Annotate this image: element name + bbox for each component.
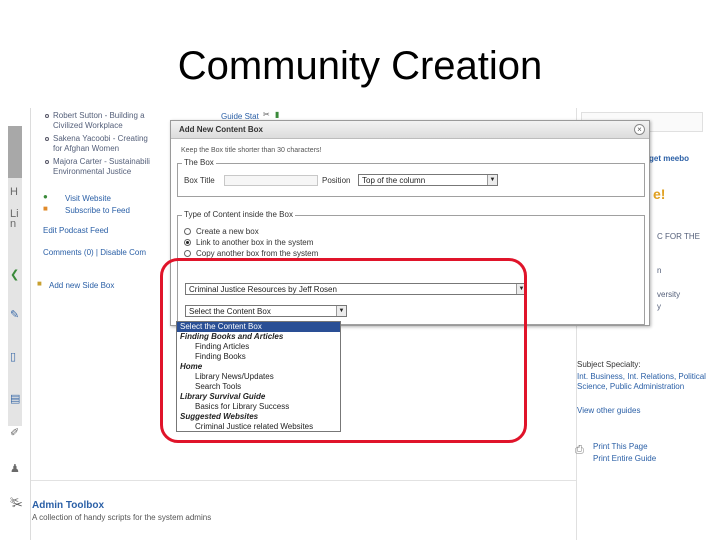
radio-create-new[interactable] bbox=[184, 228, 191, 235]
bullet-icon bbox=[45, 137, 49, 141]
smiley-icon: e! bbox=[653, 186, 666, 202]
close-icon[interactable]: × bbox=[634, 124, 645, 135]
position-label: Position bbox=[322, 176, 351, 185]
view-other-guides-link[interactable]: View other guides bbox=[577, 406, 640, 415]
right-text-1: C FOR THE bbox=[657, 232, 700, 241]
talk-link-1-cont[interactable]: Civilized Workplace bbox=[53, 121, 123, 130]
subject-line-1[interactable]: Int. Business, Int. Relations, Political bbox=[577, 372, 706, 381]
type-legend: Type of Content inside the Box bbox=[182, 210, 295, 219]
talk-link-2-cont[interactable]: for Afghan Women bbox=[53, 144, 119, 153]
left-letter-1: H bbox=[10, 186, 18, 198]
leaf-icon[interactable]: ❮ bbox=[10, 268, 19, 281]
radio-copy-box[interactable] bbox=[184, 250, 191, 257]
edit-podcast-feed-link[interactable]: Edit Podcast Feed bbox=[43, 226, 108, 235]
visit-website-link[interactable]: Visit Website bbox=[65, 194, 111, 203]
admin-toolbox-desc: A collection of handy scripts for the sy… bbox=[32, 513, 212, 522]
position-select-value: Top of the column bbox=[362, 176, 426, 185]
box-title-label: Box Title bbox=[184, 176, 215, 185]
box-title-input[interactable] bbox=[224, 175, 318, 186]
box-fieldset: The Box Box Title Position Top of the co… bbox=[177, 158, 645, 197]
radio-link-box[interactable] bbox=[184, 239, 191, 246]
radio-create-new-label: Create a new box bbox=[196, 227, 259, 236]
pencil-icon[interactable]: ✐ bbox=[10, 426, 19, 439]
slide-title: Community Creation bbox=[177, 44, 543, 88]
left-letter-3: n bbox=[10, 218, 17, 230]
bullet-icon bbox=[45, 160, 49, 164]
tools-icon[interactable]: ✂ bbox=[263, 110, 270, 119]
radio-link-box-label: Link to another box in the system bbox=[196, 238, 314, 247]
add-side-box-link[interactable]: Add new Side Box bbox=[49, 281, 114, 290]
chevron-down-icon: ▼ bbox=[487, 175, 497, 185]
globe-icon: ● bbox=[43, 192, 48, 201]
right-text-3: versity bbox=[657, 290, 681, 299]
book-icon[interactable]: ▤ bbox=[10, 392, 20, 405]
box-legend: The Box bbox=[182, 158, 216, 167]
pin-icon[interactable]: ✎ bbox=[10, 308, 19, 321]
comments-link[interactable]: Comments (0) | Disable Com bbox=[43, 248, 146, 257]
talk-link-3-cont[interactable]: Environmental Justice bbox=[53, 167, 131, 176]
meebo-link[interactable]: get meebo bbox=[649, 154, 689, 163]
tools-icon: ✂ bbox=[12, 497, 23, 512]
subject-line-2[interactable]: Science, Public Administration bbox=[577, 382, 684, 391]
print-page-link[interactable]: Print This Page bbox=[593, 442, 648, 451]
left-edge-header bbox=[8, 126, 22, 178]
highlight-annotation bbox=[160, 258, 527, 443]
rss-icon: ■ bbox=[43, 204, 48, 213]
box-icon: ■ bbox=[37, 279, 42, 288]
right-text-4: y bbox=[657, 302, 661, 311]
position-select[interactable]: Top of the column ▼ bbox=[358, 174, 498, 186]
print-guide-link[interactable]: Print Entire Guide bbox=[593, 454, 656, 463]
divider bbox=[31, 480, 591, 481]
subject-specialty-label: Subject Specialty: bbox=[577, 360, 641, 369]
user-icon[interactable]: ♟ bbox=[10, 462, 20, 475]
talk-link-1[interactable]: Robert Sutton - Building a bbox=[53, 111, 145, 120]
printer-icon[interactable]: ⎙ bbox=[575, 444, 584, 457]
talk-link-3[interactable]: Majora Carter - Sustainabili bbox=[53, 157, 150, 166]
dialog-hint: Keep the Box title shorter than 30 chara… bbox=[181, 147, 322, 154]
subscribe-feed-link[interactable]: Subscribe to Feed bbox=[65, 206, 130, 215]
radio-copy-box-label: Copy another box from the system bbox=[196, 249, 319, 258]
admin-toolbox-title[interactable]: Admin Toolbox bbox=[32, 500, 104, 511]
bullet-icon bbox=[45, 114, 49, 118]
talk-link-2[interactable]: Sakena Yacoobi - Creating bbox=[53, 134, 148, 143]
page-icon[interactable]: ▯ bbox=[10, 350, 16, 363]
stats-icon[interactable]: ▮ bbox=[275, 110, 279, 119]
dialog-title: Add New Content Box bbox=[171, 121, 649, 139]
right-text-2: n bbox=[657, 266, 662, 275]
